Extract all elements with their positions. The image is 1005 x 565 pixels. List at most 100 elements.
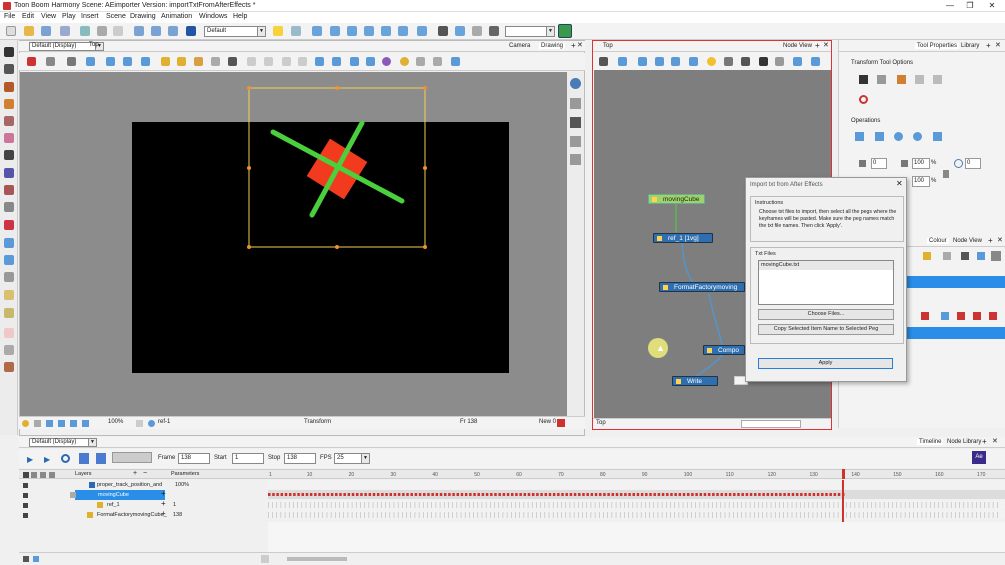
frame-cell[interactable] — [879, 502, 881, 508]
frame-cell[interactable] — [314, 512, 315, 518]
spline-tool-icon[interactable] — [4, 328, 14, 338]
frame-cell[interactable] — [804, 502, 805, 508]
frame-cell[interactable] — [578, 512, 579, 518]
flip-v-icon[interactable] — [106, 57, 115, 66]
frame-cell[interactable] — [737, 512, 738, 518]
frame-cell[interactable] — [959, 502, 960, 508]
keyframe[interactable] — [335, 493, 338, 496]
frame-cell[interactable] — [632, 502, 634, 508]
field-icon[interactable] — [70, 420, 77, 427]
frame-cell[interactable] — [305, 512, 307, 518]
frame-cell[interactable] — [456, 502, 458, 508]
keyframe[interactable] — [314, 493, 317, 496]
frame-cell[interactable] — [561, 512, 562, 518]
colour-swatch-red-4[interactable] — [989, 312, 997, 320]
frame-cell[interactable] — [795, 512, 797, 518]
keyframe[interactable] — [774, 493, 778, 496]
rig-tool-icon[interactable] — [4, 308, 14, 318]
add-param-icon[interactable]: + — [161, 489, 166, 498]
keyframe[interactable] — [418, 493, 422, 496]
colour-row-selected[interactable] — [907, 327, 1005, 339]
keyframe[interactable] — [326, 493, 330, 496]
camera-node-icon[interactable] — [759, 57, 768, 66]
keyframe[interactable] — [816, 493, 820, 496]
frame-cell[interactable] — [850, 502, 851, 508]
frame-cell[interactable] — [452, 512, 453, 518]
stamp-tool-icon[interactable] — [4, 116, 14, 126]
stop-input[interactable]: 138 — [284, 453, 316, 464]
frame-cell[interactable] — [938, 502, 939, 508]
frame-cell[interactable] — [971, 502, 973, 508]
frame-cell[interactable] — [942, 502, 944, 508]
frame-cell[interactable] — [892, 512, 893, 518]
choose-files-button[interactable]: Choose Files... — [758, 309, 894, 320]
keyframe[interactable] — [376, 493, 380, 496]
keyframe[interactable] — [393, 493, 397, 496]
timeline-ruler[interactable]: 1 10 20 30 40 50 60 70 80 90 100 110 120 130 140 150 160… — [268, 469, 1005, 479]
frame-cell[interactable] — [733, 502, 734, 508]
frame-cell[interactable] — [557, 512, 558, 518]
frame-cell[interactable] — [661, 512, 663, 518]
keyframe[interactable] — [293, 493, 296, 496]
frame-cell[interactable] — [741, 502, 743, 508]
frame-cell[interactable] — [628, 512, 629, 518]
text-icon[interactable] — [438, 26, 448, 36]
keyframe[interactable] — [360, 493, 363, 496]
onion-icon[interactable] — [46, 420, 53, 427]
align-left-icon[interactable] — [247, 57, 256, 66]
frame-cell[interactable] — [297, 502, 298, 508]
track-row[interactable] — [268, 500, 1005, 509]
frame-cell[interactable] — [929, 502, 931, 508]
frame-cell[interactable] — [636, 502, 638, 508]
frame-cell[interactable] — [657, 512, 659, 518]
frame-cell[interactable] — [846, 502, 847, 508]
hide-icon[interactable] — [211, 57, 220, 66]
keyframe[interactable] — [494, 493, 497, 496]
display-icon[interactable] — [489, 26, 499, 36]
keyframe[interactable] — [414, 493, 418, 496]
frame-cell[interactable] — [519, 502, 520, 508]
tab-node-view[interactable]: Node View — [783, 43, 812, 49]
pen-icon[interactable] — [472, 26, 482, 36]
keyframe[interactable] — [720, 493, 723, 496]
dropper-tool-icon[interactable] — [4, 202, 14, 212]
frame-cell[interactable] — [754, 512, 755, 518]
keyframe[interactable] — [749, 493, 753, 496]
frame-cell[interactable] — [858, 502, 860, 508]
frame-cell[interactable] — [774, 502, 776, 508]
frame-cell[interactable] — [615, 502, 617, 508]
frame-cell[interactable] — [452, 502, 453, 508]
light-icon[interactable] — [400, 57, 409, 66]
frame-cell[interactable] — [795, 502, 797, 508]
rotate-ccw-icon[interactable] — [141, 57, 150, 66]
frame-cell[interactable] — [268, 502, 269, 508]
keyframe[interactable] — [615, 493, 619, 496]
frame-cell[interactable] — [381, 512, 382, 518]
keyframe[interactable] — [364, 493, 367, 496]
apply-button[interactable]: Apply — [758, 358, 893, 369]
frame-cell[interactable] — [728, 512, 730, 518]
frame-cell[interactable] — [515, 512, 516, 518]
peg-mode-icon[interactable] — [67, 57, 76, 66]
grid-icon[interactable] — [398, 26, 408, 36]
keyframe[interactable] — [351, 493, 355, 496]
frame-cell[interactable] — [309, 502, 311, 508]
frame-cell[interactable] — [343, 512, 345, 518]
frame-cell[interactable] — [862, 512, 864, 518]
frame-cell[interactable] — [351, 502, 353, 508]
frame-cell[interactable] — [758, 512, 759, 518]
frame-cell[interactable] — [598, 502, 600, 508]
height-field[interactable]: 100 — [912, 176, 930, 187]
frame-cell[interactable] — [678, 512, 680, 518]
keyframe[interactable] — [758, 493, 761, 496]
frame-cell[interactable] — [779, 502, 780, 508]
sort-icon[interactable] — [455, 26, 465, 36]
select-all-icon[interactable] — [451, 57, 460, 66]
keyframe[interactable] — [733, 493, 736, 496]
close-panel-icon[interactable]: ✕ — [577, 41, 583, 49]
frame-cell[interactable] — [481, 512, 483, 518]
keyframe[interactable] — [707, 493, 711, 496]
frame-cell[interactable] — [268, 512, 269, 518]
tab-drawing[interactable]: Drawing — [539, 43, 566, 49]
frame-cell[interactable] — [376, 502, 378, 508]
